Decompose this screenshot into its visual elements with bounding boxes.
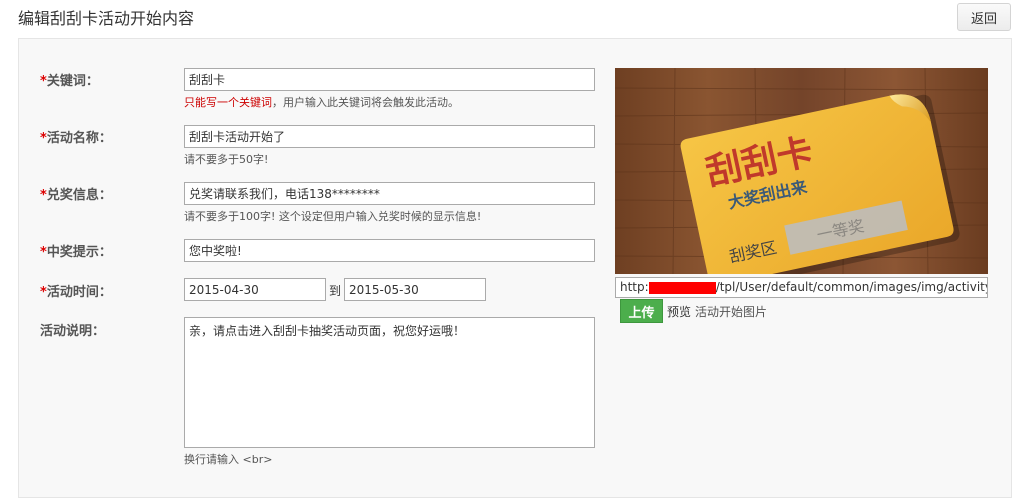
activity-name-input[interactable]	[184, 125, 595, 148]
keyword-input[interactable]	[184, 68, 595, 91]
date-range-separator: 到	[329, 284, 342, 298]
description-textarea[interactable]: 亲，请点击进入刮刮卡抽奖活动页面，祝您好运哦！	[184, 317, 595, 448]
end-date-input[interactable]	[344, 278, 486, 301]
win-tip-label: *中奖提示：	[40, 241, 112, 260]
description-hint: 换行请输入 <br>	[184, 453, 273, 466]
prize-info-label-text: 兑奖信息：	[46, 188, 112, 203]
prize-info-input[interactable]	[184, 182, 595, 205]
prize-info-label: *兑奖信息：	[40, 184, 112, 203]
required-star: *	[40, 188, 47, 203]
back-button[interactable]: 返回	[957, 3, 1011, 31]
scratch-card-illustration: 刮刮卡 大奖刮出来 刮奖区 一等奖	[615, 68, 988, 274]
required-star: *	[40, 74, 47, 89]
image-url-input[interactable]: http: /tpl/User/default/common/images/img…	[615, 277, 988, 298]
url-prefix: http:	[620, 280, 649, 294]
win-tip-input[interactable]	[184, 239, 595, 262]
upload-button[interactable]: 上传	[620, 299, 663, 323]
keyword-hint: 只能写一个关键词，用户输入此关键词将会触发此活动。	[184, 94, 459, 110]
time-label-text: 活动时间：	[46, 285, 112, 300]
image-caption: 活动开始图片	[695, 305, 768, 319]
prize-info-hint: 请不要多于100字! 这个设定但用户输入兑奖时候的显示信息!	[184, 210, 482, 223]
name-hint: 请不要多于50字!	[184, 153, 269, 166]
required-star: *	[40, 131, 47, 146]
redacted-block	[648, 281, 716, 294]
keyword-hint-warning: 只能写一个关键词	[184, 96, 272, 109]
description-label: 活动说明：	[40, 324, 106, 339]
page-title: 编辑刮刮卡活动开始内容	[18, 9, 195, 28]
name-label-text: 活动名称：	[46, 131, 112, 146]
keyword-label-text: 关键词：	[46, 74, 99, 89]
activity-start-image: 刮刮卡 大奖刮出来 刮奖区 一等奖	[615, 68, 988, 274]
keyword-hint-rest: ，用户输入此关键词将会触发此活动。	[272, 96, 459, 109]
required-star: *	[40, 245, 47, 260]
name-label: *活动名称：	[40, 127, 112, 146]
start-date-input[interactable]	[184, 278, 326, 301]
keyword-label: *关键词：	[40, 70, 99, 89]
preview-link[interactable]: 预览	[667, 303, 691, 320]
time-label: *活动时间：	[40, 281, 112, 300]
required-star: *	[40, 285, 47, 300]
win-tip-label-text: 中奖提示：	[46, 245, 112, 260]
url-suffix: /tpl/User/default/common/images/img/acti…	[715, 280, 987, 294]
